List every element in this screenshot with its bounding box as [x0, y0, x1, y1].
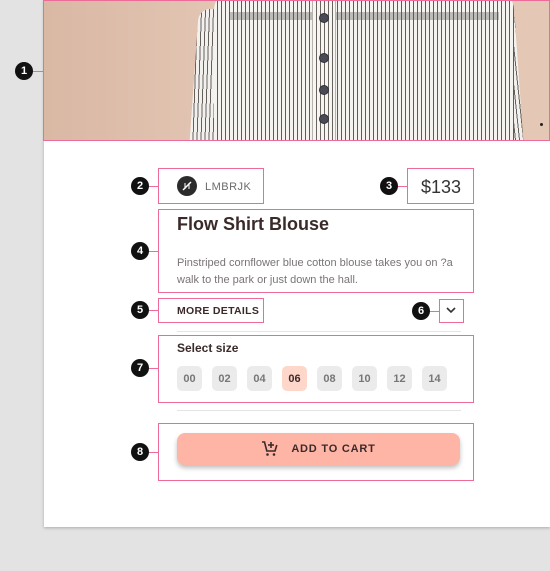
annotation-marker-1: 1 — [15, 62, 33, 80]
more-details-button[interactable]: MORE DETAILS — [177, 305, 259, 317]
annotation-marker-3: 3 — [380, 177, 398, 195]
product-title: Flow Shirt Blouse — [177, 214, 330, 234]
annotation-marker-6: 6 — [412, 302, 430, 320]
size-chip-02[interactable]: 02 — [212, 366, 237, 391]
annotation-leader — [148, 310, 158, 311]
divider — [177, 410, 461, 411]
annotation-marker-2: 2 — [131, 177, 149, 195]
annotation-marker-4: 4 — [131, 242, 149, 260]
size-chip-04[interactable]: 04 — [247, 366, 272, 391]
brand-name: LMBRJK — [205, 181, 252, 193]
size-chip-00[interactable]: 00 — [177, 366, 202, 391]
size-label: Select size — [177, 341, 239, 355]
annotation-leader — [148, 251, 158, 252]
product-price: $133 — [421, 177, 462, 197]
annotation-leader — [148, 368, 158, 369]
annotation-leader — [429, 311, 439, 312]
annotation-leader — [148, 452, 158, 453]
product-description: Pinstriped cornflower blue cotton blouse… — [177, 257, 453, 286]
size-chip-10[interactable]: 10 — [352, 366, 377, 391]
size-chip-14[interactable]: 14 — [422, 366, 447, 391]
add-to-cart-label: ADD TO CART — [291, 443, 376, 455]
add-to-cart-button[interactable]: ADD TO CART — [177, 433, 460, 465]
size-chip-12[interactable]: 12 — [387, 366, 412, 391]
chevron-down-icon[interactable] — [445, 304, 457, 319]
annotation-leader — [397, 186, 407, 187]
annotation-leader — [148, 186, 158, 187]
size-options: 00 02 04 06 08 10 12 14 — [177, 366, 447, 391]
divider — [177, 331, 461, 332]
annotation-box-1 — [43, 0, 550, 141]
add-shopping-cart-icon — [261, 440, 279, 458]
size-chip-06[interactable]: 06 — [282, 366, 307, 391]
annotation-marker-7: 7 — [131, 359, 149, 377]
annotation-marker-8: 8 — [131, 443, 149, 461]
brand-logo-icon — [177, 176, 197, 196]
size-chip-08[interactable]: 08 — [317, 366, 342, 391]
annotation-marker-5: 5 — [131, 301, 149, 319]
